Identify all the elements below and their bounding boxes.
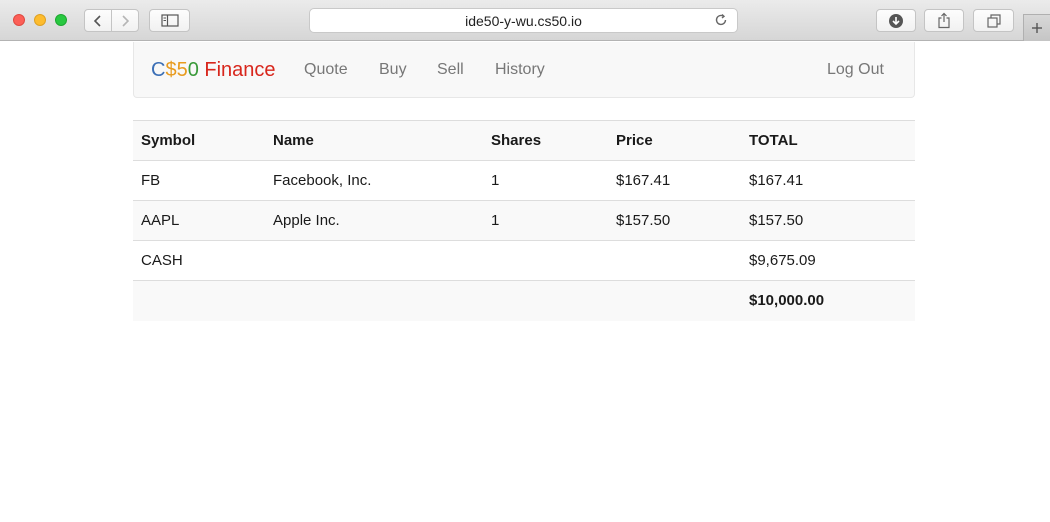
footer-cell [265,280,483,321]
address-bar[interactable]: ide50-y-wu.cs50.io [309,8,738,33]
header-shares: Shares [483,120,608,161]
cell-symbol: AAPL [133,200,265,241]
header-total: TOTAL [741,120,915,161]
tabs-overview-icon [986,13,1001,28]
cell-symbol: FB [133,160,265,201]
downloads-button[interactable] [876,9,916,32]
url-text: ide50-y-wu.cs50.io [465,12,582,29]
footer-cell [133,280,265,321]
grand-total: $10,000.00 [741,280,915,321]
close-window-button[interactable] [13,14,25,26]
plus-icon [1032,23,1042,33]
back-button[interactable] [84,9,112,32]
cell-symbol: CASH [133,240,265,281]
table-row: FB Facebook, Inc. 1 $167.41 $167.41 [133,160,915,201]
sidebar-toggle-button[interactable] [149,9,190,32]
cell-shares: 1 [483,200,608,241]
cell-name [265,240,483,281]
download-icon [889,13,903,28]
cell-shares: 1 [483,160,608,201]
zoom-window-button[interactable] [55,14,67,26]
minimize-window-button[interactable] [34,14,46,26]
footer-cell [608,280,741,321]
new-tab-button[interactable] [1023,14,1050,41]
footer-cell [483,280,608,321]
cell-total: $9,675.09 [741,240,915,281]
reload-icon[interactable] [713,12,729,28]
cell-total: $167.41 [741,160,915,201]
share-button[interactable] [924,9,964,32]
brand-digit-zero: 0 [187,59,199,81]
nav-link-logout[interactable]: Log Out [827,61,884,79]
cell-price: $167.41 [608,160,741,201]
brand-logo-link[interactable]: C$50 Finance [151,59,276,81]
share-icon [938,12,950,29]
brand-letter-c: C [151,59,166,81]
brand-digit-five: 5 [176,59,188,81]
sidebar-icon [160,14,179,27]
table-footer-row: $10,000.00 [133,280,915,321]
portfolio-table: Symbol Name Shares Price TOTAL FB Facebo… [133,120,915,321]
forward-button[interactable] [111,9,139,32]
nav-link-quote[interactable]: Quote [304,61,348,79]
cell-total: $157.50 [741,200,915,241]
cell-price [608,240,741,281]
cell-shares [483,240,608,281]
browser-toolbar: ide50-y-wu.cs50.io [0,0,1050,41]
nav-link-sell[interactable]: Sell [437,61,464,79]
header-price: Price [608,120,741,161]
cell-name: Apple Inc. [265,200,483,241]
brand-finance: Finance [198,59,276,81]
header-symbol: Symbol [133,120,265,161]
table-header-row: Symbol Name Shares Price TOTAL [133,120,915,161]
cell-name: Facebook, Inc. [265,160,483,201]
site-navbar: C$50 Finance Quote Buy Sell History Log … [133,42,915,98]
table-row: CASH $9,675.09 [133,240,915,281]
chevron-left-icon [93,14,101,27]
table-row: AAPL Apple Inc. 1 $157.50 $157.50 [133,200,915,241]
nav-link-buy[interactable]: Buy [379,61,407,79]
cell-price: $157.50 [608,200,741,241]
header-name: Name [265,120,483,161]
brand-dollar: $ [165,59,177,81]
chevron-right-icon [122,14,130,27]
tabs-overview-button[interactable] [973,9,1014,32]
nav-link-history[interactable]: History [495,61,545,79]
